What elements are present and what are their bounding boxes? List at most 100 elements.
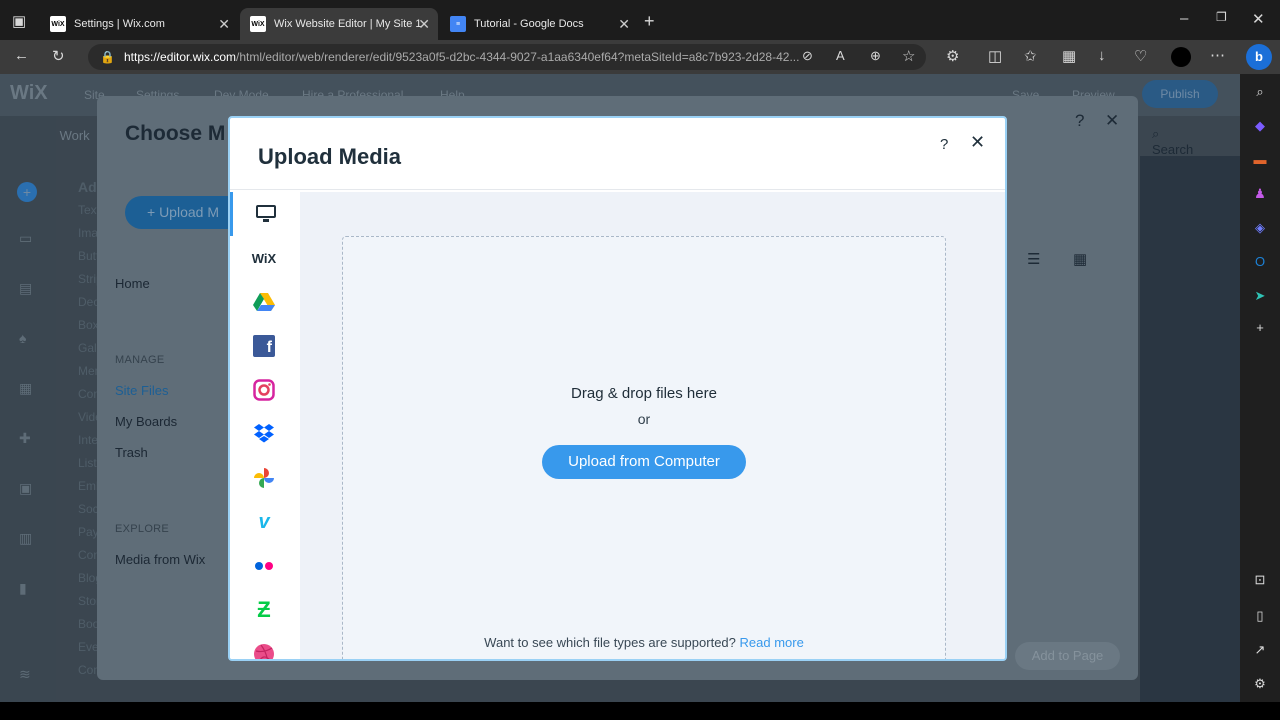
search-icon: ⌕ (1152, 126, 1160, 141)
minimize-icon[interactable]: – (1180, 10, 1188, 27)
wix-favicon-icon: WiX (50, 16, 66, 32)
browser-tab-bar: ▣ WiX Settings | Wix.com ✕ WiX Wix Websi… (0, 0, 1280, 40)
tab-settings-wix[interactable]: WiX Settings | Wix.com ✕ (40, 8, 238, 40)
nav-trash[interactable]: Trash (115, 445, 148, 460)
business-icon[interactable]: ✚ (19, 430, 31, 447)
restore-icon[interactable]: ❐ (1216, 10, 1227, 24)
source-flickr[interactable] (230, 544, 298, 588)
upload-from-computer-button[interactable]: Upload from Computer (542, 445, 746, 479)
url-input[interactable]: 🔒 https://editor.wix.com/html/editor/web… (88, 44, 926, 70)
favorites-icon[interactable]: ✩ (1024, 47, 1037, 65)
media-search[interactable]: ⌕ Search (1152, 126, 1193, 157)
nav-home[interactable]: Home (115, 276, 150, 291)
wix-favicon-icon: WiX (250, 16, 266, 32)
source-instagram[interactable] (230, 368, 298, 412)
upload-drop-area-container: Drag & drop files here or Upload from Co… (300, 192, 1005, 659)
sort-icon[interactable]: ☰ (1027, 250, 1040, 268)
grid-view-icon[interactable]: ▦ (1073, 250, 1087, 268)
drop-zone[interactable]: Drag & drop files here or Upload from Co… (342, 236, 946, 659)
url-domain: https://editor.wix.com (124, 50, 237, 64)
sidebar-toggle-icon[interactable]: ▯ (1252, 608, 1268, 624)
source-deviantart[interactable]: Ƶ (230, 588, 298, 632)
new-tab-icon[interactable]: + (644, 11, 655, 32)
editor-left-toolbar: + ▭ ▤ ♠ ▦ ✚ ▣ ▥ ▮ ≋ (0, 116, 56, 702)
tab-wix-editor[interactable]: WiX Wix Website Editor | My Site 1 ✕ (240, 8, 438, 40)
wix-logo: WiX (10, 82, 48, 104)
nav-media-from-wix[interactable]: Media from Wix (115, 552, 205, 567)
search-label: Search (1152, 142, 1194, 157)
drop-text: Drag & drop files here (571, 385, 717, 402)
nav-my-boards[interactable]: My Boards (115, 414, 177, 429)
office-icon[interactable]: ◈ (1252, 220, 1268, 236)
health-icon[interactable]: ♡ (1134, 47, 1147, 65)
help-icon[interactable]: ? (940, 136, 948, 153)
zoom-icon[interactable]: ⊕ (870, 48, 881, 64)
nav-site-files[interactable]: Site Files (115, 383, 168, 398)
source-google-drive[interactable] (230, 280, 298, 324)
settings-gear-icon[interactable]: ⚙ (1252, 676, 1268, 692)
tab-google-docs[interactable]: ≡ Tutorial - Google Docs ✕ (440, 8, 638, 40)
games-icon[interactable]: ♟ (1252, 186, 1268, 202)
tracking-icon[interactable]: ⊘ (802, 48, 813, 64)
favorite-star-icon[interactable]: ☆ (902, 47, 915, 65)
add-to-page-button[interactable]: Add to Page (1015, 642, 1120, 670)
split-screen-icon[interactable]: ◫ (988, 47, 1002, 65)
collections-icon[interactable]: ▦ (1062, 47, 1076, 65)
open-external-icon[interactable]: ↗ (1252, 642, 1268, 658)
media-icon[interactable]: ▣ (19, 480, 32, 497)
design-icon[interactable]: ♠ (19, 330, 26, 346)
portfolio-icon[interactable]: ▮ (19, 580, 27, 597)
google-photos-icon (254, 468, 274, 488)
explore-heading: EXPLORE (115, 523, 170, 535)
dropbox-icon (254, 424, 274, 443)
apps-icon[interactable]: ▦ (19, 380, 32, 397)
help-icon[interactable]: ? (1075, 111, 1084, 131)
close-tab-icon[interactable]: ✕ (618, 16, 630, 33)
publish-button[interactable]: Publish (1142, 80, 1218, 108)
file-types-footer: Want to see which file types are support… (343, 635, 945, 650)
tools-icon[interactable]: ▬ (1252, 152, 1268, 168)
edge-sidebar: ⌕ ◆ ▬ ♟ ◈ O ➤ + ⊡ ▯ ↗ ⚙ (1240, 74, 1280, 702)
close-icon[interactable]: ✕ (1105, 111, 1119, 131)
search-icon[interactable]: ⌕ (1252, 84, 1268, 100)
downloads-icon[interactable]: ↓ (1098, 47, 1106, 64)
layers-icon[interactable]: ≋ (19, 666, 31, 683)
screenshot-icon[interactable]: ⊡ (1252, 572, 1268, 588)
tab-actions-icon[interactable]: ▣ (12, 12, 26, 30)
source-vimeo[interactable]: v (230, 500, 298, 544)
url-path: /html/editor/web/renderer/edit/9523a0f5-… (236, 50, 800, 64)
profile-avatar[interactable] (1171, 47, 1191, 67)
source-wix[interactable]: WiX (230, 236, 298, 280)
bing-icon[interactable]: b (1246, 44, 1272, 70)
source-computer[interactable] (230, 192, 298, 236)
source-google-photos[interactable] (230, 456, 298, 500)
tab-title: Tutorial - Google Docs (474, 18, 584, 30)
sections-icon[interactable]: ▭ (19, 230, 32, 247)
upload-media-header: Upload Media ? ✕ (230, 118, 1005, 190)
refresh-icon[interactable]: ↻ (52, 47, 65, 65)
more-menu-icon[interactable]: ⋯ (1210, 46, 1225, 64)
window-close-icon[interactable]: ✕ (1252, 10, 1265, 28)
back-icon[interactable]: ← (14, 47, 29, 64)
close-tab-icon[interactable]: ✕ (418, 16, 430, 33)
shopping-tag-icon[interactable]: ◆ (1252, 118, 1268, 134)
add-elements-icon[interactable]: + (17, 182, 37, 202)
close-icon[interactable]: ✕ (970, 132, 985, 153)
cms-icon[interactable]: ▥ (19, 530, 32, 547)
upload-media-button[interactable]: + Upload M (125, 196, 245, 229)
add-icon[interactable]: + (1252, 320, 1268, 336)
editor-canvas (1140, 156, 1240, 702)
read-more-link[interactable]: Read more (740, 635, 804, 650)
send-icon[interactable]: ➤ (1252, 288, 1268, 304)
source-facebook[interactable]: f (230, 324, 298, 368)
flickr-icon (255, 562, 273, 570)
pages-icon[interactable]: ▤ (19, 280, 32, 297)
source-dropbox[interactable] (230, 412, 298, 456)
read-aloud-icon[interactable]: A (836, 48, 845, 63)
choose-media-title: Choose M (125, 122, 226, 145)
source-dribbble[interactable] (230, 632, 298, 659)
close-tab-icon[interactable]: ✕ (218, 16, 230, 33)
google-docs-favicon-icon: ≡ (450, 16, 466, 32)
outlook-icon[interactable]: O (1252, 254, 1268, 270)
extensions-icon[interactable]: ⚙ (946, 47, 959, 65)
